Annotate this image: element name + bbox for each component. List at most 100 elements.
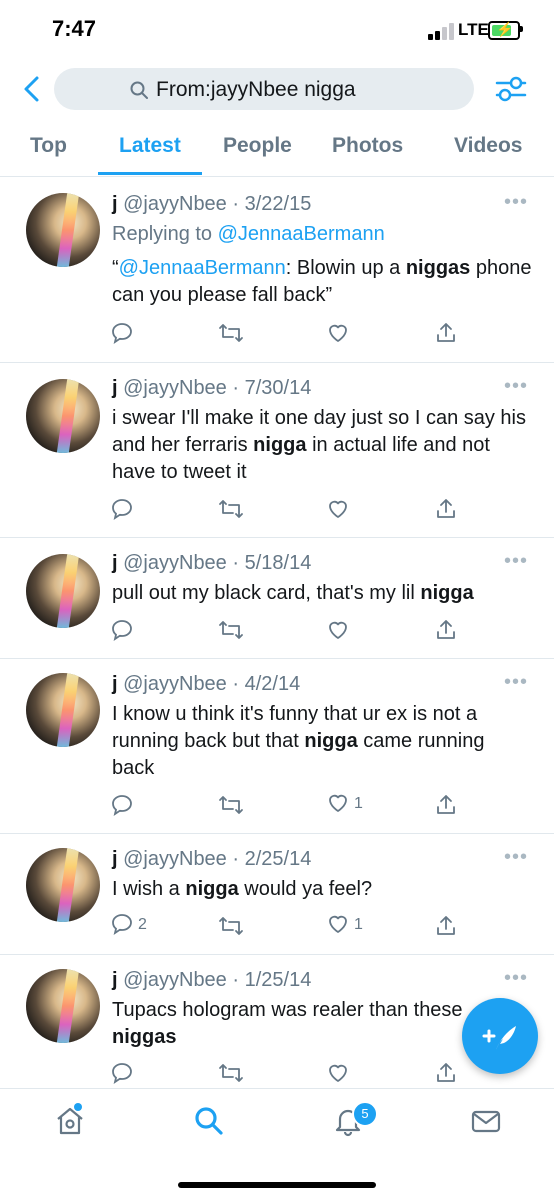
reply-icon[interactable] xyxy=(110,1059,134,1087)
more-options-icon[interactable]: ••• xyxy=(504,671,528,694)
tweet-header: j @jayyNbee · 5/18/14 xyxy=(112,552,311,575)
retweet-icon[interactable] xyxy=(218,791,244,819)
tweet-header: j @jayyNbee · 2/25/14 xyxy=(112,848,311,871)
share-icon[interactable] xyxy=(434,912,458,940)
tab-videos[interactable]: Videos xyxy=(454,134,522,158)
search-icon xyxy=(130,81,148,99)
reply-icon[interactable] xyxy=(110,495,134,523)
like-icon[interactable] xyxy=(326,495,350,523)
active-tab-indicator xyxy=(98,172,202,175)
retweet-icon[interactable] xyxy=(218,1059,244,1087)
avatar[interactable] xyxy=(26,673,100,747)
tweet-header: j @jayyNbee · 3/22/15 xyxy=(112,193,311,216)
avatar[interactable] xyxy=(26,554,100,628)
tweet-date: · 2/25/14 xyxy=(232,848,312,870)
tweet[interactable]: j @jayyNbee · 3/22/15 ••• Replying to @J… xyxy=(0,177,554,363)
tab-top[interactable]: Top xyxy=(30,134,67,158)
user-handle: @jayyNbee xyxy=(123,969,227,991)
cellular-signal-icon xyxy=(428,22,454,40)
tweet-text-a: Tupacs hologram was realer than these xyxy=(112,999,463,1021)
tweet-actions: 1 xyxy=(110,791,460,819)
retweet-icon[interactable] xyxy=(218,495,244,523)
reply-icon[interactable] xyxy=(110,616,134,644)
messages-envelope-icon[interactable] xyxy=(470,1105,502,1137)
display-name: j xyxy=(112,969,118,991)
mention-link[interactable]: @JennaaBermann xyxy=(119,257,286,279)
more-options-icon[interactable]: ••• xyxy=(504,191,528,214)
like-icon[interactable] xyxy=(326,319,350,347)
retweet-icon[interactable] xyxy=(218,912,244,940)
share-icon[interactable] xyxy=(434,1059,458,1087)
tweet-actions: 2 1 xyxy=(110,912,460,940)
share-icon[interactable] xyxy=(434,319,458,347)
avatar[interactable] xyxy=(26,379,100,453)
display-name: j xyxy=(112,193,118,215)
battery-tip xyxy=(520,26,523,32)
like-icon[interactable] xyxy=(326,1059,350,1087)
search-tab-icon[interactable] xyxy=(193,1105,225,1137)
notifications-badge: 5 xyxy=(352,1101,378,1127)
display-name: j xyxy=(112,377,118,399)
reply-icon[interactable] xyxy=(110,791,134,819)
search-match: nigga xyxy=(304,730,358,752)
tweet-actions xyxy=(110,1059,460,1087)
home-icon[interactable] xyxy=(54,1105,86,1137)
tab-photos[interactable]: Photos xyxy=(332,134,403,158)
battery-icon: ⚡ xyxy=(488,21,520,40)
user-handle: @jayyNbee xyxy=(123,848,227,870)
tweet-actions xyxy=(110,495,460,523)
more-options-icon[interactable]: ••• xyxy=(504,846,528,869)
filter-settings-icon[interactable] xyxy=(494,74,528,104)
search-match: nigga xyxy=(253,434,307,456)
share-icon[interactable] xyxy=(434,616,458,644)
tab-latest[interactable]: Latest xyxy=(119,134,181,158)
search-match: nigga xyxy=(185,878,239,900)
tweet-text: i swear I'll make it one day just so I c… xyxy=(112,405,532,486)
compose-tweet-button[interactable] xyxy=(462,998,538,1074)
reply-icon[interactable] xyxy=(110,319,134,347)
tweet-date: · 5/18/14 xyxy=(232,552,312,574)
search-header: From:jayyNbee nigga xyxy=(0,62,554,116)
tweet-header: j @jayyNbee · 4/2/14 xyxy=(112,673,300,696)
reply-icon xyxy=(112,914,132,936)
tab-people[interactable]: People xyxy=(223,134,292,158)
tweet-actions xyxy=(110,319,460,347)
home-indicator xyxy=(178,1182,376,1188)
quote-open: “ xyxy=(112,257,119,279)
avatar[interactable] xyxy=(26,193,100,267)
tweet[interactable]: j @jayyNbee · 2/25/14 ••• I wish a nigga… xyxy=(0,834,554,955)
share-icon[interactable] xyxy=(434,495,458,523)
tweet[interactable]: j @jayyNbee · 4/2/14 ••• I know u think … xyxy=(0,659,554,834)
replying-to-handle[interactable]: @JennaaBermann xyxy=(218,223,385,245)
like-icon xyxy=(329,794,347,812)
like-icon[interactable] xyxy=(326,616,350,644)
compose-feather-icon xyxy=(482,1026,516,1050)
more-options-icon[interactable]: ••• xyxy=(504,550,528,573)
search-input[interactable]: From:jayyNbee nigga xyxy=(54,68,474,110)
like-count: 1 xyxy=(354,795,363,812)
tweet[interactable]: j @jayyNbee · 5/18/14 ••• pull out my bl… xyxy=(0,538,554,659)
retweet-icon[interactable] xyxy=(218,319,244,347)
avatar[interactable] xyxy=(26,969,100,1043)
tweet-text: pull out my black card, that's my lil ni… xyxy=(112,580,532,607)
back-chevron-icon[interactable] xyxy=(18,74,48,104)
reply-action[interactable]: 2 xyxy=(110,912,170,940)
avatar[interactable] xyxy=(26,848,100,922)
tweet-text-a: : Blowin up a xyxy=(285,257,406,279)
tweet-header: j @jayyNbee · 1/25/14 xyxy=(112,969,311,992)
tweet[interactable]: j @jayyNbee · 7/30/14 ••• i swear I'll m… xyxy=(0,363,554,538)
search-query: From:jayyNbee nigga xyxy=(156,78,356,101)
retweet-icon[interactable] xyxy=(218,616,244,644)
display-name: j xyxy=(112,673,118,695)
like-action[interactable]: 1 xyxy=(326,791,386,819)
search-match: niggas xyxy=(405,257,471,279)
user-handle: @jayyNbee xyxy=(123,193,227,215)
like-action[interactable]: 1 xyxy=(326,912,386,940)
tweet-text: I know u think it's funny that ur ex is … xyxy=(112,701,532,782)
share-icon[interactable] xyxy=(434,791,458,819)
tweet-date: · 7/30/14 xyxy=(232,377,312,399)
tweet-date: · 4/2/14 xyxy=(232,673,301,695)
more-options-icon[interactable]: ••• xyxy=(504,967,528,990)
more-options-icon[interactable]: ••• xyxy=(504,375,528,398)
tweet-text-a: I wish a xyxy=(112,878,186,900)
